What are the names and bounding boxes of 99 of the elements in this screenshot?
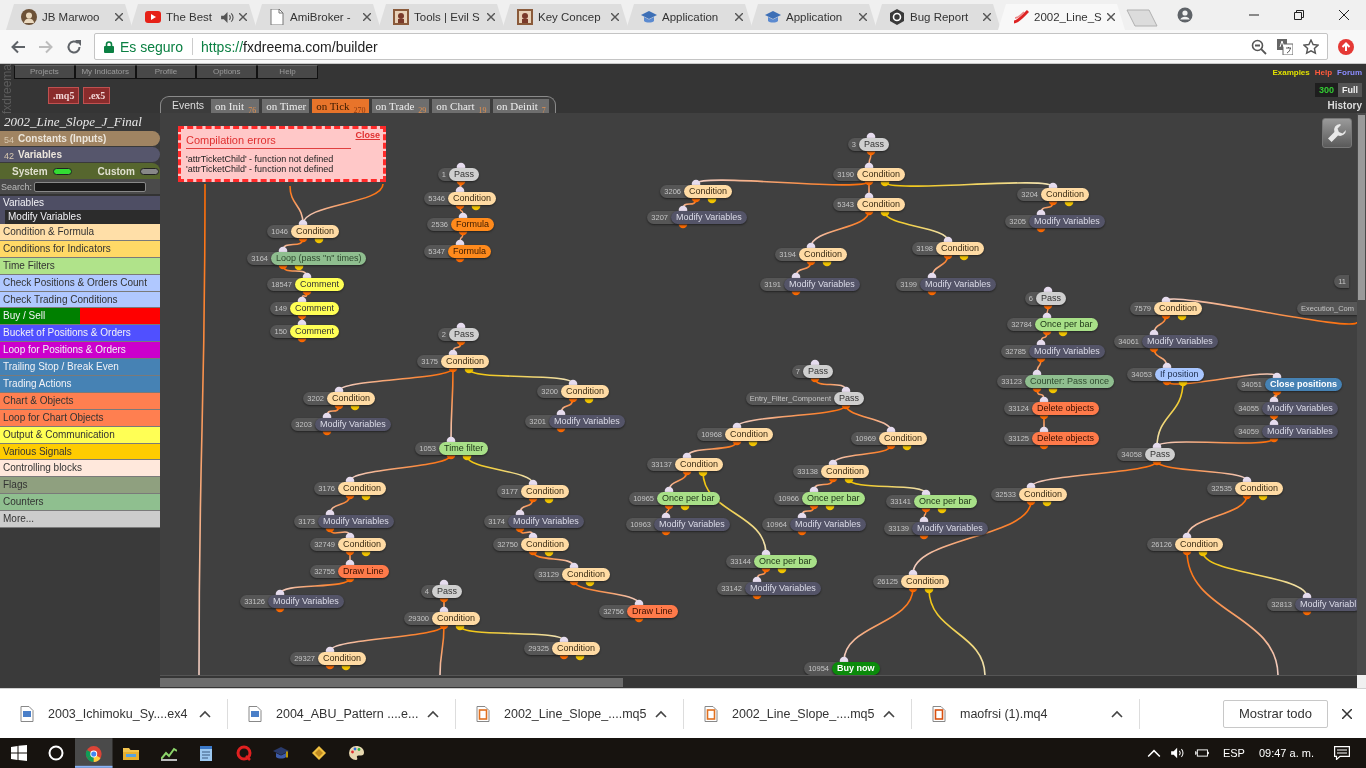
toggle-label: Custom [97,165,135,177]
browser-icon[interactable] [75,738,113,768]
toggle-switch[interactable] [139,167,159,175]
hexagon-icon [889,9,905,25]
history-link[interactable]: History [1327,100,1362,111]
play-icon [145,9,161,25]
restore-icon[interactable] [1294,10,1304,20]
browser-tab[interactable]: Tools | Evil S [378,4,505,30]
events-label: Events [172,99,205,111]
url-text: https://fxdreema.com/builder [201,38,378,55]
star-icon[interactable] [1303,38,1319,55]
zoom-out-icon[interactable] [1251,38,1267,55]
category-subitem[interactable]: Modify Variables [0,210,160,224]
browser-tab[interactable]: 2002_Line_S [998,4,1125,30]
palette-icon[interactable] [348,745,365,761]
reload-icon[interactable] [66,38,82,55]
chevron-up-icon[interactable] [1111,709,1123,718]
chevron-up-icon[interactable] [883,709,895,718]
notepad-icon[interactable] [198,745,215,761]
category-item[interactable]: Bucket of Positions & Orders [0,325,160,343]
category-item[interactable]: Trailing Stop / Break Even [0,359,160,376]
picture-icon [393,9,409,25]
vertical-scrollbar[interactable] [1357,113,1366,675]
usage-counter: 300 [1314,83,1338,97]
up-arrow-circle-icon[interactable] [1338,38,1354,55]
browser-tab[interactable]: AmiBroker - [254,4,381,30]
download-name[interactable]: maofrsi (1).mq4 [960,706,1111,721]
person-icon[interactable] [1177,7,1193,23]
search-label: Search: [1,181,33,192]
translate-icon[interactable] [1277,38,1293,55]
clock-text[interactable]: 09:47 a. m. [1258,747,1314,759]
battery-icon[interactable] [1194,747,1209,759]
graduation-cap-icon[interactable] [273,745,290,761]
download-name[interactable]: 2003_Ichimoku_Sy....ex4 [48,706,199,721]
close-icon[interactable] [1339,10,1349,20]
category-item[interactable]: Buy / Sell [0,308,160,326]
file-icon[interactable] [248,705,262,722]
close-icon[interactable] [1107,13,1115,21]
file-icon[interactable] [20,705,34,722]
chevron-up-icon[interactable] [199,709,211,718]
speaker-icon[interactable] [1170,747,1185,759]
toggle-switch[interactable] [52,167,72,175]
file-icon[interactable] [704,705,718,722]
category-item[interactable]: Trading Actions [0,376,160,393]
header-link[interactable]: Forum [1337,68,1362,77]
picture-icon [517,9,533,25]
diamond-icon[interactable] [310,745,327,761]
file-icon[interactable] [932,705,946,722]
close-icon[interactable] [1342,708,1352,719]
chart-icon[interactable] [160,745,177,761]
toggle-label: System [12,165,48,177]
show-all-button[interactable]: Mostrar todo [1223,699,1328,728]
back-icon[interactable] [10,38,26,55]
file-icon[interactable] [476,705,490,722]
section-header[interactable]: 42 Variables [0,147,160,162]
category-item[interactable]: Controlling blocks [0,460,160,478]
event-tab[interactable]: on Tick $_{270}$ [312,99,369,113]
category-item[interactable]: Variables [0,196,160,210]
download-name[interactable]: 2002_Line_Slope_....mq5 [732,706,883,721]
avatar-icon [21,9,37,25]
graduation-cap-icon [765,9,781,25]
event-tab[interactable]: on Chart $_{19}$ [432,99,490,113]
category-item[interactable]: Counters [0,494,160,512]
chevron-up-icon[interactable] [1146,747,1161,759]
category-item[interactable]: Flags [0,477,160,495]
security-label: Es seguro [120,38,184,55]
category-item[interactable]: More... [0,511,160,529]
chevron-up-icon[interactable] [655,709,667,718]
page-icon [269,9,285,25]
search-field[interactable] [34,181,147,192]
event-tab[interactable]: on Init $_{76}$ [211,99,260,113]
category-item[interactable]: Loop for Positions & Orders [0,342,160,360]
browser-tab[interactable]: Application [626,4,753,30]
download-name[interactable]: 2004_ABU_Pattern ....e... [276,706,427,721]
header-link[interactable]: Help [1314,68,1333,77]
graduation-cap-icon [641,9,657,25]
scrollbar-corner [1357,675,1366,688]
browser-tab[interactable]: Bug Report [874,4,1001,30]
browser-tab[interactable]: Application [750,4,877,30]
swoosh-icon [1013,9,1029,25]
header-link[interactable]: Examples [1272,68,1310,77]
language-indicator[interactable]: ESP [1222,747,1245,759]
chevron-up-icon[interactable] [427,709,439,718]
browser-tab[interactable]: JB Marwoo [6,4,133,30]
event-tab[interactable]: on Timer [262,99,310,113]
event-tab[interactable]: on Trade $_{29}$ [371,99,430,113]
export-button[interactable]: .mq5 [48,87,80,104]
category-item[interactable]: Condition & Formula [0,224,160,241]
horizontal-scrollbar[interactable] [160,675,1357,688]
download-name[interactable]: 2002_Line_Slope_....mq5 [504,706,655,721]
full-button[interactable]: Full [1338,83,1362,97]
start-icon[interactable] [10,745,27,761]
folder-icon[interactable] [123,745,140,761]
browser-tab[interactable]: Key Concep [502,4,629,30]
lock-icon [104,40,114,53]
event-tab[interactable]: on Deinit $_{7}$ [492,99,549,113]
export-button[interactable]: .ex5 [83,87,111,104]
message-icon[interactable] [1334,746,1350,760]
address-bar[interactable]: Es seguro https://fxdreema.com/builder [94,33,1328,60]
